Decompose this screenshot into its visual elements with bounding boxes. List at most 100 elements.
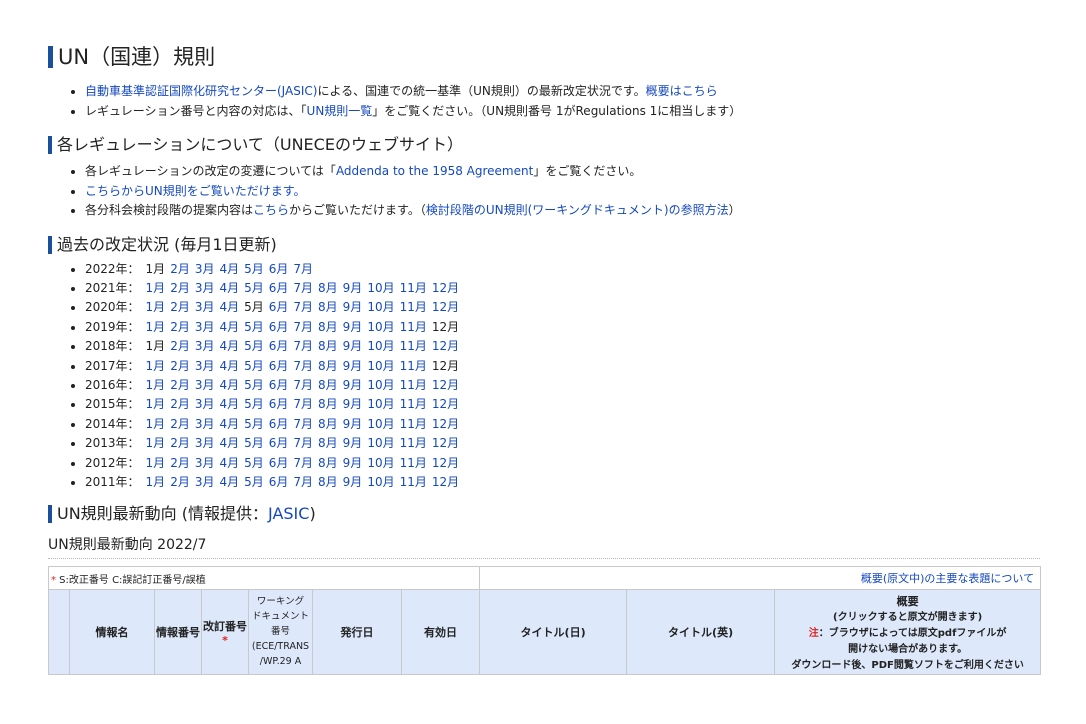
history-month-link[interactable]: 11月 (400, 339, 427, 353)
history-month-link[interactable]: 5月 (244, 262, 264, 276)
history-month-link[interactable]: 10月 (367, 359, 394, 373)
history-month-link[interactable]: 6月 (269, 417, 289, 431)
history-month-link[interactable]: 8月 (318, 378, 338, 392)
history-month-link[interactable]: 1月 (146, 300, 166, 314)
history-month-link[interactable]: 5月 (244, 417, 264, 431)
history-month-link[interactable]: 9月 (343, 397, 363, 411)
history-month-link[interactable]: 3月 (195, 281, 215, 295)
history-month-link[interactable]: 6月 (269, 456, 289, 470)
history-month-link[interactable]: 8月 (318, 339, 338, 353)
history-month-link[interactable]: 7月 (293, 320, 313, 334)
history-month-link[interactable]: 9月 (343, 300, 363, 314)
history-month-link[interactable]: 6月 (269, 359, 289, 373)
history-month-link[interactable]: 11月 (400, 320, 427, 334)
history-month-link[interactable]: 9月 (343, 436, 363, 450)
history-month-link[interactable]: 3月 (195, 378, 215, 392)
history-month-link[interactable]: 4月 (219, 339, 239, 353)
history-month-link[interactable]: 8月 (318, 417, 338, 431)
history-month-link[interactable]: 1月 (146, 378, 166, 392)
history-month-link[interactable]: 6月 (269, 300, 289, 314)
history-month-link[interactable]: 8月 (318, 281, 338, 295)
history-month-link[interactable]: 4月 (219, 456, 239, 470)
history-month-link[interactable]: 3月 (195, 339, 215, 353)
history-month-link[interactable]: 4月 (219, 397, 239, 411)
history-month-link[interactable]: 3月 (195, 456, 215, 470)
history-month-link[interactable]: 3月 (195, 397, 215, 411)
history-month-link[interactable]: 1月 (146, 320, 166, 334)
history-month-link[interactable]: 4月 (219, 281, 239, 295)
history-month-link[interactable]: 9月 (343, 417, 363, 431)
history-month-link[interactable]: 7月 (293, 300, 313, 314)
history-month-link[interactable]: 12月 (432, 417, 459, 431)
history-month-link[interactable]: 6月 (269, 378, 289, 392)
history-month-link[interactable]: 10月 (367, 397, 394, 411)
history-month-link[interactable]: 1月 (146, 281, 166, 295)
history-month-link[interactable]: 5月 (244, 475, 264, 489)
history-month-link[interactable]: 2月 (170, 339, 190, 353)
history-month-link[interactable]: 9月 (343, 378, 363, 392)
history-month-link[interactable]: 11月 (400, 475, 427, 489)
history-month-link[interactable]: 11月 (400, 300, 427, 314)
history-month-link[interactable]: 2月 (170, 262, 190, 276)
history-month-link[interactable]: 11月 (400, 456, 427, 470)
history-month-link[interactable]: 2月 (170, 378, 190, 392)
history-month-link[interactable]: 3月 (195, 300, 215, 314)
history-month-link[interactable]: 6月 (269, 397, 289, 411)
history-month-link[interactable]: 5月 (244, 436, 264, 450)
history-month-link[interactable]: 6月 (269, 475, 289, 489)
history-month-link[interactable]: 7月 (293, 378, 313, 392)
history-month-link[interactable]: 7月 (293, 417, 313, 431)
summary-headings-link[interactable]: 概要(原文中)の主要な表題について (861, 572, 1034, 585)
history-month-link[interactable]: 7月 (293, 359, 313, 373)
overview-link[interactable]: 概要はこちら (646, 84, 718, 98)
history-month-link[interactable]: 3月 (195, 417, 215, 431)
history-month-link[interactable]: 10月 (367, 281, 394, 295)
history-month-link[interactable]: 10月 (367, 475, 394, 489)
history-month-link[interactable]: 9月 (343, 339, 363, 353)
history-month-link[interactable]: 4月 (219, 378, 239, 392)
history-month-link[interactable]: 11月 (400, 436, 427, 450)
history-month-link[interactable]: 2月 (170, 417, 190, 431)
history-month-link[interactable]: 8月 (318, 436, 338, 450)
history-month-link[interactable]: 1月 (146, 397, 166, 411)
history-month-link[interactable]: 12月 (432, 339, 459, 353)
proposals-link[interactable]: こちら (253, 203, 289, 217)
history-month-link[interactable]: 8月 (318, 300, 338, 314)
history-month-link[interactable]: 8月 (318, 456, 338, 470)
history-month-link[interactable]: 4月 (219, 417, 239, 431)
history-month-link[interactable]: 5月 (244, 397, 264, 411)
history-month-link[interactable]: 6月 (269, 262, 289, 276)
history-month-link[interactable]: 12月 (432, 281, 459, 295)
history-month-link[interactable]: 10月 (367, 417, 394, 431)
history-month-link[interactable]: 10月 (367, 339, 394, 353)
history-month-link[interactable]: 10月 (367, 436, 394, 450)
history-month-link[interactable]: 12月 (432, 378, 459, 392)
history-month-link[interactable]: 3月 (195, 475, 215, 489)
history-month-link[interactable]: 9月 (343, 359, 363, 373)
history-month-link[interactable]: 2月 (170, 359, 190, 373)
history-month-link[interactable]: 4月 (219, 320, 239, 334)
history-month-link[interactable]: 7月 (293, 281, 313, 295)
history-month-link[interactable]: 1月 (146, 436, 166, 450)
history-month-link[interactable]: 7月 (293, 456, 313, 470)
history-month-link[interactable]: 9月 (343, 456, 363, 470)
history-month-link[interactable]: 12月 (432, 475, 459, 489)
history-month-link[interactable]: 7月 (293, 436, 313, 450)
history-month-link[interactable]: 10月 (367, 378, 394, 392)
history-month-link[interactable]: 2月 (170, 320, 190, 334)
jasic-link[interactable]: 自動車基準認証国際化研究センター(JASIC) (85, 84, 317, 98)
history-month-link[interactable]: 9月 (343, 281, 363, 295)
history-month-link[interactable]: 3月 (195, 262, 215, 276)
history-month-link[interactable]: 11月 (400, 281, 427, 295)
history-month-link[interactable]: 5月 (244, 320, 264, 334)
un-regulation-list-link[interactable]: UN規則一覧 (307, 104, 373, 118)
history-month-link[interactable]: 1月 (146, 475, 166, 489)
history-month-link[interactable]: 2月 (170, 475, 190, 489)
history-month-link[interactable]: 11月 (400, 359, 427, 373)
history-month-link[interactable]: 10月 (367, 320, 394, 334)
history-month-link[interactable]: 10月 (367, 300, 394, 314)
working-document-howto-link[interactable]: 検討段階のUN規則(ワーキングドキュメント)の参照方法 (426, 203, 729, 217)
history-month-link[interactable]: 12月 (432, 436, 459, 450)
history-month-link[interactable]: 7月 (293, 475, 313, 489)
history-month-link[interactable]: 5月 (244, 281, 264, 295)
